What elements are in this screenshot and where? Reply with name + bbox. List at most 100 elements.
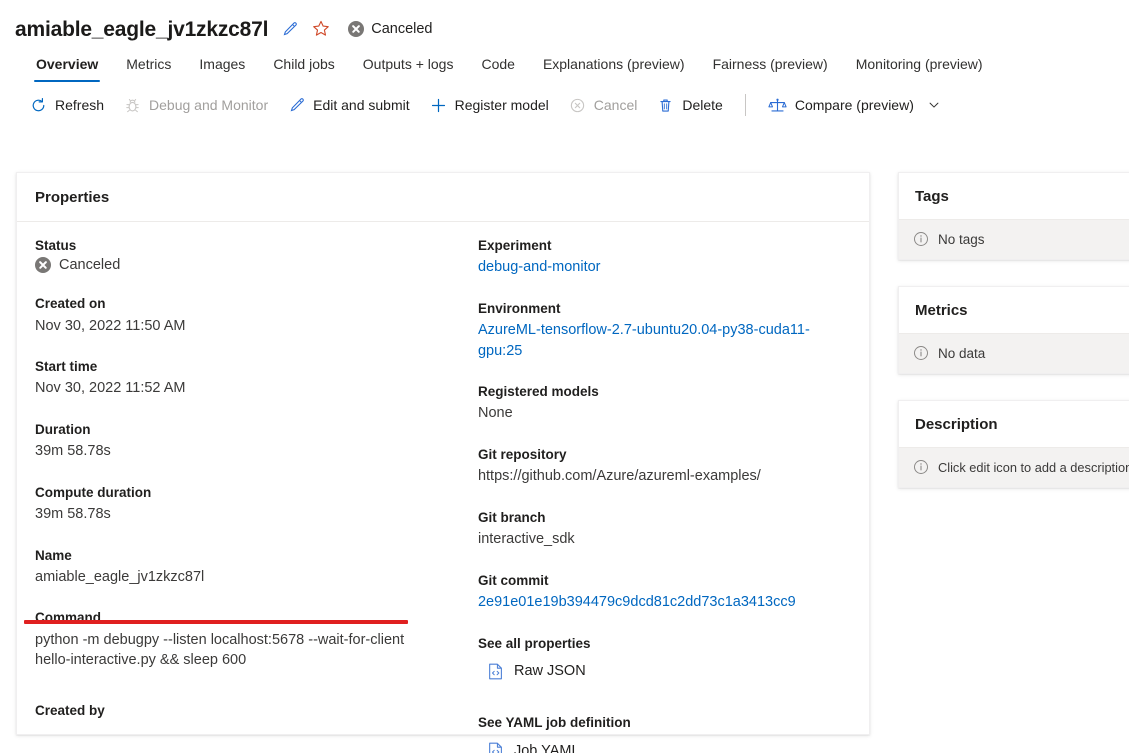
command-bar: Refresh Debug and Monitor Edit and submi… bbox=[0, 82, 1129, 128]
field-environment: Environment AzureML-tensorflow-2.7-ubunt… bbox=[478, 299, 849, 361]
field-git-commit: Git commit 2e91e01e19b394479c9dcd81c2dd7… bbox=[478, 571, 849, 613]
metrics-empty-state: No data bbox=[899, 334, 1129, 373]
compare-label: Compare (preview) bbox=[794, 97, 914, 113]
tab-child-jobs-label: Child jobs bbox=[273, 56, 335, 72]
field-see-yaml-label: See YAML job definition bbox=[477, 714, 631, 730]
tab-explanations[interactable]: Explanations (preview) bbox=[529, 57, 699, 82]
tab-explanations-label: Explanations (preview) bbox=[542, 56, 685, 72]
properties-body: Status Canceled Created on Nov 30, 2022 … bbox=[17, 222, 869, 753]
field-git-commit-label: Git commit bbox=[477, 572, 549, 588]
field-created-by: Created by bbox=[35, 701, 436, 742]
tab-images-label: Images bbox=[199, 56, 246, 72]
field-git-branch-label: Git branch bbox=[477, 509, 546, 525]
chevron-down-icon bbox=[928, 99, 940, 111]
debug-and-monitor-button: Debug and Monitor bbox=[114, 92, 278, 119]
metrics-card-title: Metrics bbox=[899, 287, 1129, 334]
properties-left-column: Status Canceled Created on Nov 30, 2022 … bbox=[17, 236, 456, 731]
compare-button[interactable]: Compare (preview) bbox=[758, 92, 950, 119]
tags-card: Tags No tags bbox=[898, 172, 1129, 260]
metrics-empty-label: No data bbox=[938, 345, 986, 361]
field-see-yaml-job-definition: See YAML job definition Job YAML bbox=[478, 713, 849, 753]
field-git-commit-link[interactable]: 2e91e01e19b394479c9dcd81c2dd73c1a3413cc9 bbox=[478, 592, 849, 613]
code-file-icon bbox=[488, 742, 504, 753]
status-badge-label: Canceled bbox=[371, 21, 433, 37]
field-git-branch: Git branch interactive_sdk bbox=[478, 508, 849, 550]
field-git-branch-value: interactive_sdk bbox=[477, 531, 575, 548]
field-environment-label: Environment bbox=[477, 300, 561, 316]
field-created-on-label: Created on bbox=[35, 296, 106, 312]
tab-bar: Overview Metrics Images Child jobs Outpu… bbox=[0, 44, 1129, 82]
raw-json-link[interactable]: Raw JSON bbox=[488, 663, 586, 680]
status-badge: Canceled bbox=[348, 21, 432, 37]
field-git-repository-value: https://github.com/Azure/azureml-example… bbox=[477, 468, 761, 485]
field-duration: Duration 39m 58.78s bbox=[35, 420, 436, 462]
bug-icon bbox=[124, 97, 141, 114]
tab-outputs-logs[interactable]: Outputs + logs bbox=[349, 57, 468, 82]
info-icon bbox=[913, 231, 929, 247]
field-environment-link[interactable]: AzureML-tensorflow-2.7-ubuntu20.04-py38-… bbox=[478, 320, 849, 361]
debug-and-monitor-label: Debug and Monitor bbox=[149, 97, 269, 113]
field-name-value: amiable_eagle_jv1zkzc87l bbox=[35, 568, 205, 585]
cancel-circle-icon bbox=[348, 21, 365, 37]
info-icon bbox=[913, 345, 929, 361]
field-status-label: Status bbox=[35, 238, 77, 253]
page-title: amiable_eagle_jv1zkzc87l bbox=[15, 17, 269, 41]
field-status-value: Canceled bbox=[35, 257, 436, 274]
description-card: Description Click edit icon to add a des… bbox=[898, 400, 1129, 488]
field-created-by-label: Created by bbox=[35, 702, 105, 718]
field-duration-label: Duration bbox=[35, 421, 91, 437]
info-icon bbox=[913, 459, 929, 475]
cancel-label: Cancel bbox=[593, 97, 638, 113]
refresh-button[interactable]: Refresh bbox=[20, 92, 114, 119]
field-created-by-value bbox=[35, 722, 436, 742]
tab-child-jobs[interactable]: Child jobs bbox=[259, 57, 348, 82]
tab-metrics[interactable]: Metrics bbox=[112, 57, 185, 82]
pencil-edit-icon bbox=[288, 97, 305, 114]
job-overview-page: amiable_eagle_jv1zkzc87l Canceled Overvi… bbox=[0, 0, 1129, 753]
tab-outputs-logs-label: Outputs + logs bbox=[362, 56, 454, 72]
tags-empty-state: No tags bbox=[899, 220, 1129, 259]
tags-card-title: Tags bbox=[899, 173, 1129, 220]
field-command: Command python -m debugpy --listen local… bbox=[35, 608, 436, 670]
cancel-button: Cancel bbox=[559, 92, 648, 119]
tab-code[interactable]: Code bbox=[467, 57, 528, 82]
field-compute-duration: Compute duration 39m 58.78s bbox=[35, 483, 436, 525]
right-rail: Tags No tags Metrics No data Description… bbox=[898, 172, 1129, 514]
job-yaml-link[interactable]: Job YAML bbox=[488, 742, 580, 753]
metrics-card: Metrics No data bbox=[898, 286, 1129, 374]
delete-button[interactable]: Delete bbox=[647, 92, 732, 119]
field-git-repository-label: Git repository bbox=[477, 447, 567, 463]
description-empty-label: Click edit icon to add a description bbox=[938, 459, 1129, 475]
pencil-icon[interactable] bbox=[278, 18, 300, 40]
field-compute-duration-value: 39m 58.78s bbox=[35, 505, 111, 522]
field-start-time-value: Nov 30, 2022 11:52 AM bbox=[35, 380, 186, 397]
description-card-title: Description bbox=[899, 401, 1129, 448]
tab-overview[interactable]: Overview bbox=[22, 57, 112, 82]
properties-card-title: Properties bbox=[17, 173, 869, 222]
field-registered-models-value: None bbox=[477, 405, 513, 422]
field-experiment: Experiment debug-and-monitor bbox=[478, 236, 849, 278]
field-status-value-text: Canceled bbox=[59, 257, 121, 274]
refresh-icon bbox=[30, 97, 47, 114]
field-registered-models: Registered models None bbox=[478, 382, 849, 424]
annotation-underline bbox=[24, 620, 408, 624]
delete-label: Delete bbox=[682, 97, 723, 113]
description-empty-state: Click edit icon to add a description bbox=[899, 448, 1129, 487]
field-command-value: python -m debugpy --listen localhost:567… bbox=[35, 631, 405, 669]
star-icon[interactable] bbox=[310, 18, 332, 40]
edit-and-submit-button[interactable]: Edit and submit bbox=[278, 92, 420, 119]
field-see-all-properties: See all properties Raw JSON bbox=[478, 634, 849, 685]
trash-icon bbox=[657, 97, 674, 114]
tab-fairness[interactable]: Fairness (preview) bbox=[699, 57, 842, 82]
tab-metrics-label: Metrics bbox=[126, 56, 172, 72]
field-experiment-link[interactable]: debug-and-monitor bbox=[478, 257, 849, 278]
register-model-label: Register model bbox=[454, 97, 549, 113]
field-experiment-label: Experiment bbox=[477, 238, 552, 253]
register-model-button[interactable]: Register model bbox=[420, 92, 559, 119]
field-start-time-label: Start time bbox=[35, 359, 98, 375]
tab-monitoring[interactable]: Monitoring (preview) bbox=[842, 57, 997, 82]
raw-json-label: Raw JSON bbox=[513, 663, 586, 680]
tab-code-label: Code bbox=[481, 56, 515, 72]
tab-images[interactable]: Images bbox=[185, 57, 259, 82]
field-status: Status Canceled bbox=[35, 236, 436, 274]
